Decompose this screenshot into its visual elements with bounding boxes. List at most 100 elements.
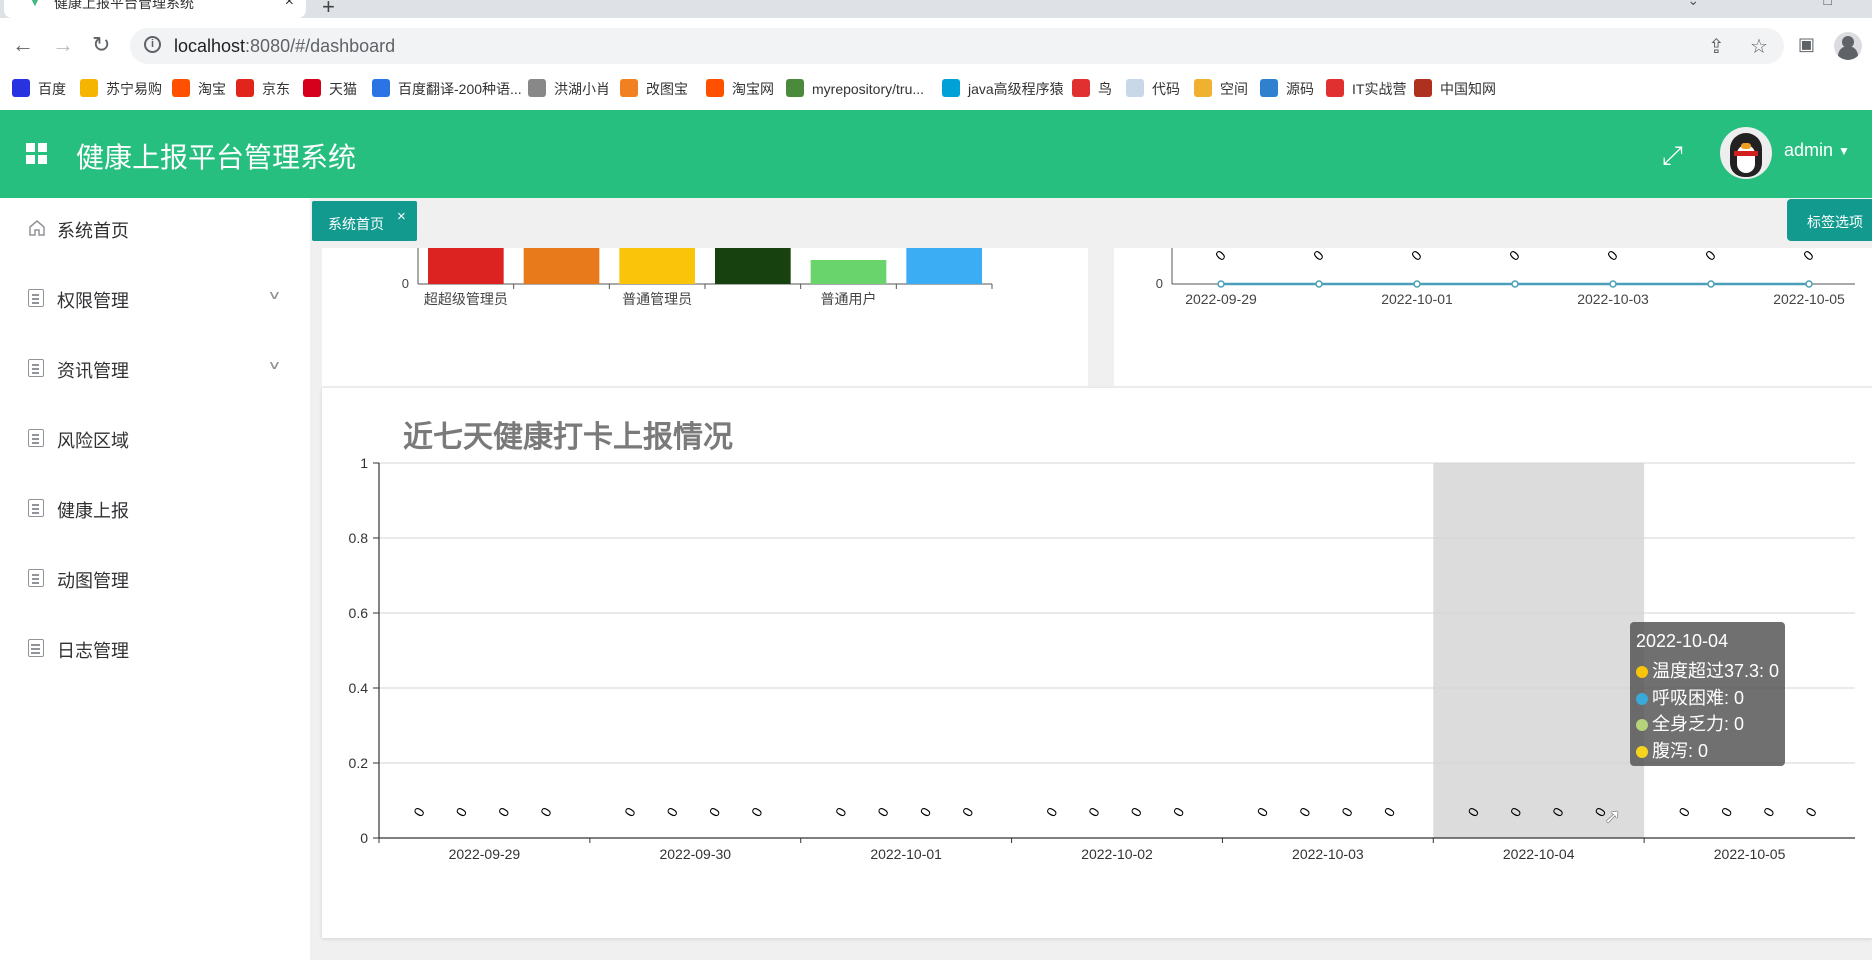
bookmark-star-icon[interactable]: ☆ <box>1750 34 1768 59</box>
bookmark-label: 苏宁易购 <box>106 81 162 97</box>
sidebar: 系统首页权限管理 ∨ 资讯管理 ∨ 风险区域健康上报动图管理日志管理 <box>0 198 310 960</box>
tooltip-row: 全身乏力: 0 <box>1636 710 1744 736</box>
bookmark-item[interactable]: 淘宝 <box>172 79 226 99</box>
tag-home-label: 系统首页 <box>328 216 384 232</box>
bookmark-favicon-icon <box>303 79 321 97</box>
tooltip-row: 温度超过37.3: 0 <box>1636 657 1779 683</box>
sidebar-item[interactable]: 权限管理 ∨ <box>0 268 310 328</box>
forward-arrow-icon[interactable]: → <box>52 32 74 58</box>
sidebar-item[interactable]: 资讯管理 ∨ <box>0 338 310 398</box>
app-title: 健康上报平台管理系统 <box>76 142 357 173</box>
bookmark-item[interactable]: IT实战营 <box>1326 79 1406 99</box>
grid-menu-icon[interactable] <box>26 143 48 165</box>
bookmark-item[interactable]: 苏宁易购 <box>80 79 162 99</box>
trend-chart-card <box>1114 248 1872 386</box>
bookmark-label: 京东 <box>262 81 290 97</box>
bookmark-label: 淘宝 <box>198 81 226 97</box>
site-info-icon[interactable]: i <box>144 36 161 53</box>
bookmark-item[interactable]: 代码 <box>1126 79 1180 99</box>
bookmark-favicon-icon <box>172 79 190 97</box>
bookmark-item[interactable]: 洪湖小肖 <box>528 79 610 99</box>
bookmark-item[interactable]: 改图宝 <box>620 79 688 99</box>
profile-avatar-icon[interactable] <box>1834 32 1862 60</box>
bookmark-item[interactable]: 天猫 <box>303 79 357 99</box>
tag-close-icon[interactable]: × <box>397 208 406 225</box>
bookmark-label: 百度翻译-200种语... <box>398 81 522 97</box>
legend-dot-icon <box>1636 692 1648 705</box>
share-icon[interactable]: ⇪ <box>1708 34 1725 59</box>
bookmark-favicon-icon <box>706 79 724 97</box>
bookmark-label: java高级程序猿 <box>968 81 1064 97</box>
bookmark-label: 洪湖小肖 <box>554 81 610 97</box>
side-panel-icon[interactable]: ▣ <box>1798 34 1815 55</box>
bookmark-item[interactable]: myrepository/tru... <box>786 79 924 99</box>
bookmark-favicon-icon <box>1126 79 1144 97</box>
bookmark-favicon-icon <box>80 79 98 97</box>
document-icon <box>28 429 44 447</box>
username-label[interactable]: admin <box>1784 140 1833 161</box>
tooltip-row-text: 呼吸困难: 0 <box>1652 687 1745 708</box>
sidebar-item-label: 风险区域 <box>57 431 129 451</box>
app-header: 健康上报平台管理系统 ⤢ admin ▼ <box>0 110 1872 198</box>
bookmark-item[interactable]: java高级程序猿 <box>942 79 1064 99</box>
bookmark-label: 天猫 <box>329 81 357 97</box>
bookmark-item[interactable]: 百度翻译-200种语... <box>372 79 522 99</box>
sidebar-item[interactable]: 动图管理 <box>0 548 310 608</box>
sidebar-item[interactable]: 健康上报 <box>0 478 310 538</box>
tag-options-button[interactable]: 标签选项 <box>1787 199 1872 241</box>
user-avatar[interactable] <box>1720 127 1772 179</box>
tooltip-row-text: 全身乏力: 0 <box>1652 714 1745 734</box>
bookmark-item[interactable]: 空间 <box>1194 79 1248 99</box>
tooltip-row: 腹泻: 0 <box>1636 737 1708 763</box>
address-bar[interactable]: i localhost:8080/#/dashboard ⇪ ☆ <box>130 28 1784 64</box>
document-icon <box>28 359 44 377</box>
bookmark-favicon-icon <box>1072 79 1090 97</box>
fullscreen-icon[interactable]: ⤢ <box>1662 140 1683 172</box>
close-tab-icon[interactable]: × <box>285 0 294 10</box>
browser-tab[interactable]: ▼ 健康上报平台管理系统 × <box>4 0 306 18</box>
tag-options-label: 标签选项 <box>1807 214 1863 230</box>
browser-tabstrip: ▼ 健康上报平台管理系统 × + ⌄ □ <box>0 0 1872 20</box>
bookmark-item[interactable]: 淘宝网 <box>706 79 774 99</box>
sidebar-item[interactable]: 风险区域 <box>0 408 310 468</box>
chart-tooltip: 2022-10-04 温度超过37.3: 0 呼吸困难: 0 全身乏力: 0 腹泻: … <box>1630 622 1785 766</box>
vue-favicon-icon: ▼ <box>28 0 42 9</box>
bookmark-item[interactable]: 鸟 <box>1072 79 1112 99</box>
bookmark-favicon-icon <box>942 79 960 97</box>
back-arrow-icon[interactable]: ← <box>12 32 34 58</box>
home-icon <box>28 219 46 237</box>
bookmark-favicon-icon <box>620 79 638 97</box>
chevron-down-icon[interactable]: ∨ <box>267 358 281 372</box>
role-chart-card <box>322 248 1088 386</box>
weekly-report-title: 近七天健康打卡上报情况 <box>403 421 733 454</box>
chevron-down-icon[interactable]: ∨ <box>267 288 281 302</box>
reload-icon[interactable]: ↻ <box>92 32 110 58</box>
bookmark-favicon-icon <box>372 79 390 97</box>
bookmark-label: 淘宝网 <box>732 81 774 97</box>
bookmark-item[interactable]: 中国知网 <box>1414 79 1496 99</box>
sidebar-item[interactable]: 系统首页 <box>0 198 310 258</box>
bookmark-label: IT实战营 <box>1352 81 1407 97</box>
tag-home[interactable]: 系统首页 × <box>312 201 417 241</box>
document-icon <box>28 499 44 517</box>
bookmark-item[interactable]: 京东 <box>236 79 290 99</box>
sidebar-item-label: 动图管理 <box>57 571 129 591</box>
bookmark-favicon-icon <box>786 79 804 97</box>
bookmark-label: 百度 <box>38 81 66 97</box>
bookmark-favicon-icon <box>1260 79 1278 97</box>
document-icon <box>28 289 44 307</box>
address-url[interactable]: localhost:8080/#/dashboard <box>174 36 395 57</box>
new-tab-button[interactable]: + <box>322 0 335 20</box>
tooltip-row: 呼吸困难: 0 <box>1636 684 1744 710</box>
bookmark-favicon-icon <box>236 79 254 97</box>
bookmark-label: myrepository/tru... <box>812 81 925 97</box>
tab-search-icon[interactable]: ⌄ □ <box>1687 0 1832 9</box>
sidebar-item-label: 健康上报 <box>57 501 129 521</box>
bookmark-favicon-icon <box>1326 79 1344 97</box>
bookmark-item[interactable]: 源码 <box>1260 79 1314 99</box>
bookmark-label: 源码 <box>1286 81 1314 97</box>
sidebar-item[interactable]: 日志管理 <box>0 618 310 678</box>
caret-down-icon[interactable]: ▼ <box>1838 144 1850 158</box>
bookmark-item[interactable]: 百度 <box>12 79 66 99</box>
legend-dot-icon <box>1636 719 1648 731</box>
